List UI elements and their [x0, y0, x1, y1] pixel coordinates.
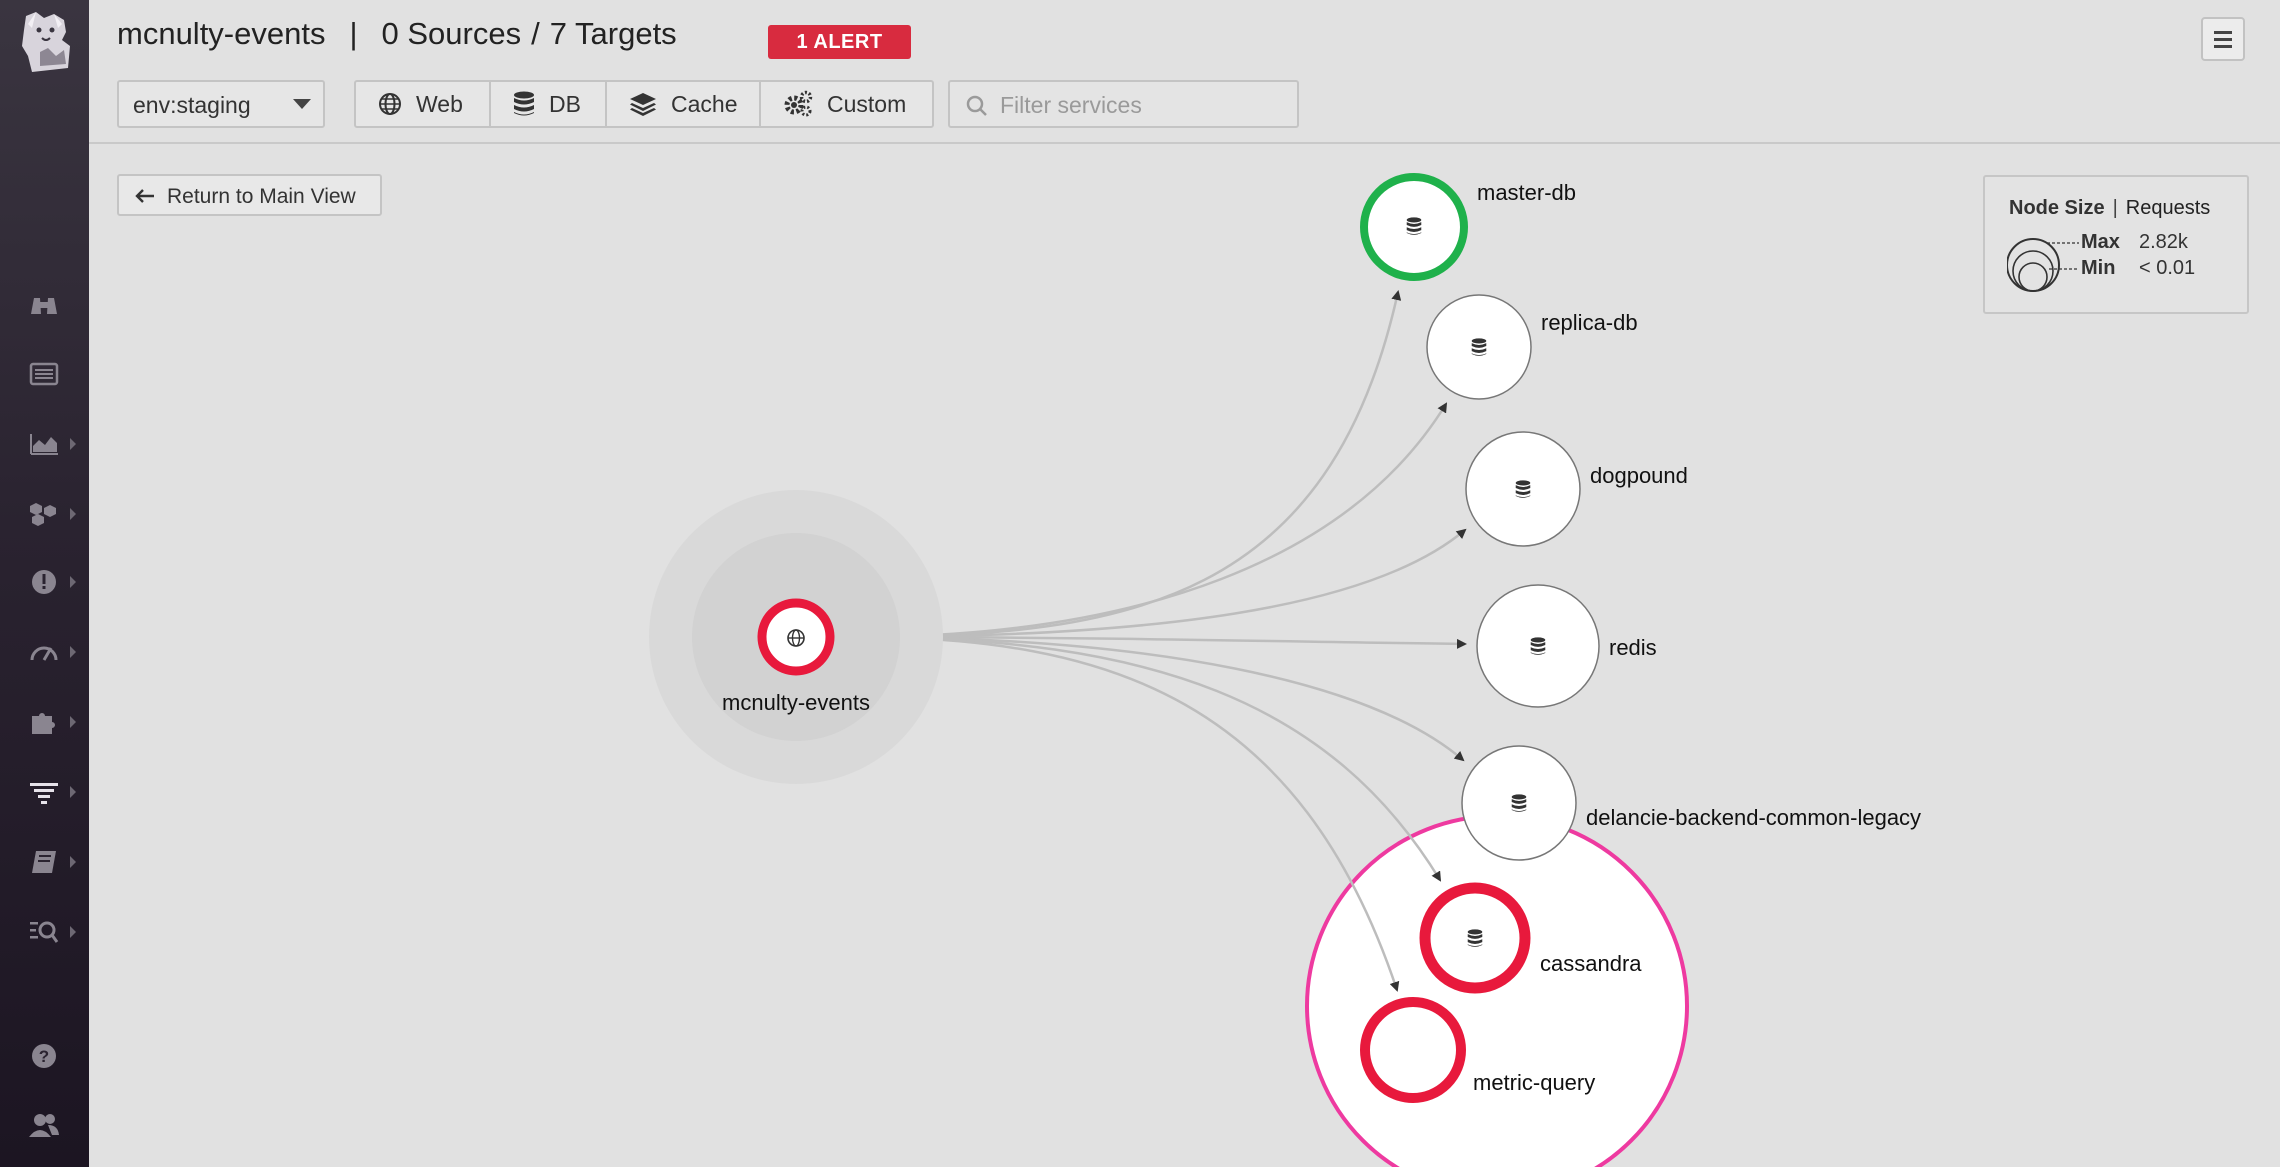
legend-metric[interactable]: Requests [2126, 197, 2211, 219]
edge-replica-db [854, 402, 1448, 639]
node-label: metric-query [1473, 1070, 1595, 1095]
node-label: redis [1609, 635, 1657, 660]
service-map-graph: mcnulty-events master-db replica-db dogp… [649, 173, 1921, 1167]
edge-delancie [854, 635, 1465, 762]
node-redis[interactable]: redis [1476, 584, 1657, 708]
legend-title: Node Size [2009, 197, 2105, 219]
node-dogpound[interactable]: dogpound [1465, 431, 1688, 547]
node-master-db[interactable]: master-db [1360, 173, 1576, 281]
node-label: dogpound [1590, 463, 1688, 488]
node-mcnulty-events[interactable]: mcnulty-events [649, 490, 943, 784]
edge-cassandra [854, 635, 1442, 882]
legend-header: Node Size | Requests [2009, 197, 2211, 219]
focus-highlight-circle [1305, 814, 1689, 1167]
node-label: master-db [1477, 180, 1576, 205]
node-size-scale-icon [2007, 238, 2079, 292]
edge-dogpound [854, 528, 1467, 639]
node-size-legend: Node Size | Requests Max 2.82k Min < 0.01 [1983, 175, 2249, 314]
node-label: delancie-backend-common-legacy [1586, 805, 1921, 830]
node-delancie-backend-common-legacy[interactable]: delancie-backend-common-legacy [1461, 745, 1921, 861]
node-replica-db[interactable]: replica-db [1426, 294, 1638, 400]
node-label: cassandra [1540, 951, 1642, 976]
edge-metric-query [854, 635, 1400, 992]
node-label: mcnulty-events [722, 690, 870, 715]
node-label: replica-db [1541, 310, 1638, 335]
legend-min-row: Min < 0.01 [2081, 257, 2196, 279]
edge-master-db [854, 290, 1402, 639]
legend-max-row: Max 2.82k [2081, 231, 2188, 253]
